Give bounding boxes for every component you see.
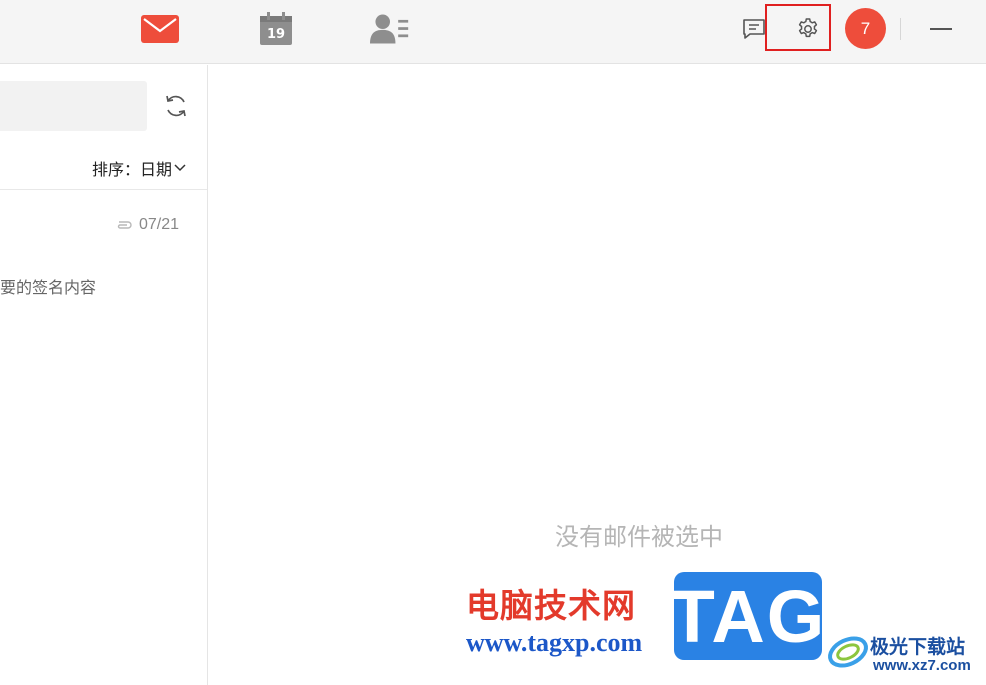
calendar-nav-button[interactable]: 19 <box>256 10 296 48</box>
contacts-icon <box>370 14 409 44</box>
sort-control[interactable]: 排序：日期 <box>0 155 208 191</box>
contacts-nav-button[interactable] <box>370 10 410 48</box>
mail-icon <box>141 15 179 43</box>
toolbar-divider <box>900 18 901 40</box>
calendar-day-number: 19 <box>266 27 286 42</box>
mail-preview: 要的签名内容 <box>0 278 97 297</box>
list-item[interactable]: 07/21 要的签名内容 <box>0 190 207 310</box>
watermark-site-name: 极光下载站 <box>870 636 966 658</box>
settings-highlight-box <box>765 4 831 51</box>
mail-list-panel: 排序：日期 07/21 要的签名内容 <box>0 65 208 685</box>
refresh-icon[interactable] <box>163 93 189 119</box>
watermark-tag-logo: TAG <box>670 572 824 660</box>
sort-label[interactable]: 排序：日期 <box>92 156 172 180</box>
empty-state-text: 没有邮件被选中 <box>555 523 723 551</box>
minimize-button[interactable] <box>930 28 952 30</box>
avatar[interactable]: 7 <box>845 8 886 49</box>
site-logo-icon <box>828 636 868 668</box>
watermark-url: www.tagxp.com <box>466 628 643 657</box>
top-toolbar: 19 7 <box>0 0 986 64</box>
chevron-down-icon[interactable] <box>174 161 186 173</box>
mail-date: 07/21 <box>139 216 180 233</box>
chat-bubble-icon <box>743 19 765 39</box>
watermark-site-url: www.xz7.com <box>873 657 971 674</box>
search-input[interactable] <box>0 81 147 131</box>
mail-nav-button[interactable] <box>140 10 180 48</box>
watermark-title: 电脑技术网 <box>466 586 636 625</box>
paperclip-icon <box>117 221 132 229</box>
